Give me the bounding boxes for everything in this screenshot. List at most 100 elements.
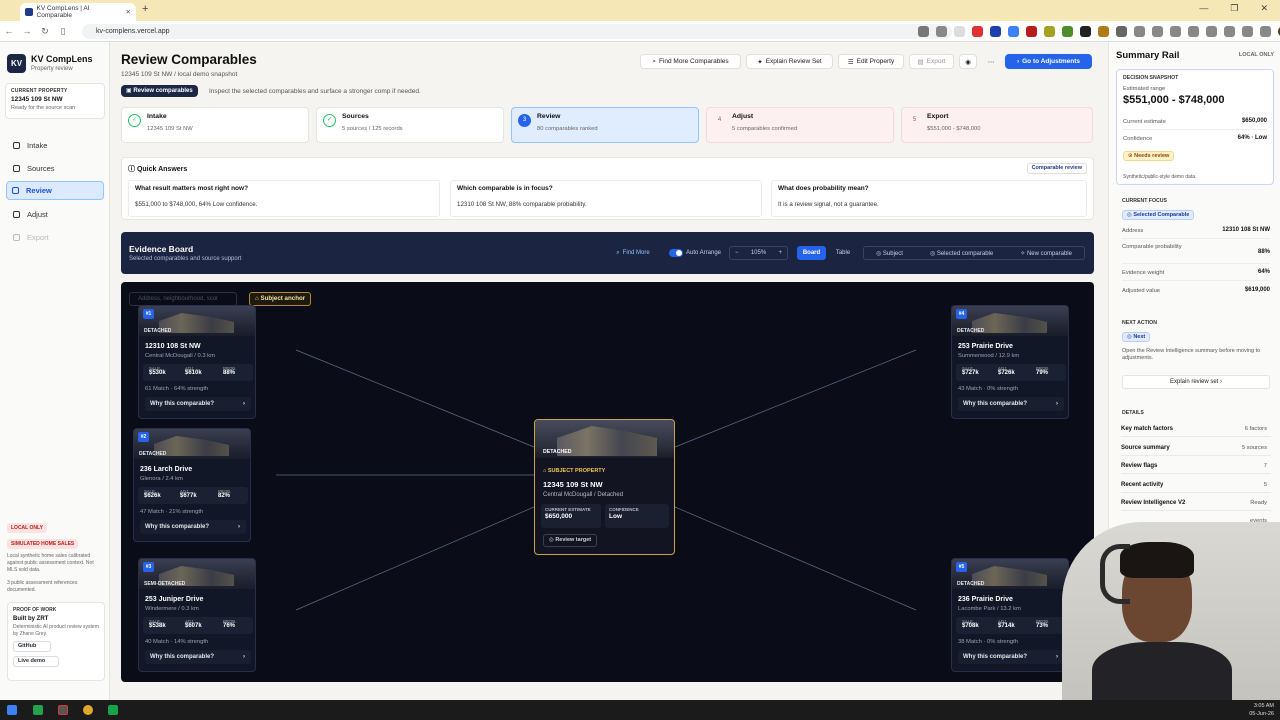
maximize-icon[interactable]: ❐ <box>1230 3 1238 14</box>
connector-line <box>295 349 535 448</box>
sparkle-icon: ✧ <box>1020 250 1027 257</box>
quick-question: What result matters most right now? <box>135 185 249 192</box>
match-strength: 43 Match · 0% strength <box>958 386 1018 392</box>
comparable-card-2[interactable]: #2 DETACHED 236 Larch Drive Glenora / 2.… <box>133 428 251 542</box>
extension-icon[interactable] <box>1026 26 1037 37</box>
extension-icon[interactable] <box>1170 26 1181 37</box>
why-comparable-button[interactable]: Why this comparable? › <box>145 397 251 411</box>
subject-address: 12345 109 St NW <box>543 480 603 489</box>
step-review[interactable]: 3 Review 80 comparables ranked <box>511 107 699 143</box>
browser-tab[interactable]: KV CompLens | AI Comparable ✕ <box>20 3 136 21</box>
comparable-card-5[interactable]: #5 DETACHED 236 Prairie Drive Lacombe Pa… <box>951 558 1069 672</box>
app-icon[interactable] <box>108 705 118 715</box>
legend-label: Selected comparable <box>936 250 994 257</box>
sidebar-item-label: Export <box>27 233 49 242</box>
forward-icon[interactable]: → <box>18 26 36 36</box>
preview-button[interactable]: ◉ <box>959 54 977 69</box>
step-intake[interactable]: ✓ Intake 12345 109 St NW <box>121 107 309 143</box>
prob-stat: PROB. 82% <box>218 489 231 499</box>
why-comparable-button[interactable]: Why this comparable? › <box>958 397 1064 411</box>
more-menu-button[interactable]: ⋯ <box>982 54 1000 69</box>
extension-icon[interactable] <box>1242 26 1253 37</box>
why-label: Why this comparable? <box>150 654 215 660</box>
why-comparable-button[interactable]: Why this comparable? › <box>145 650 251 664</box>
sidepanel-icon[interactable]: ▯ <box>54 26 72 37</box>
extension-icon[interactable] <box>1080 26 1091 37</box>
detail-key-match[interactable]: Key match factors 6 factors <box>1121 422 1271 437</box>
app-icon[interactable] <box>58 705 68 715</box>
step-sources[interactable]: ✓ Sources 5 sources / 125 records <box>316 107 504 143</box>
edit-property-button[interactable]: ☰ Edit Property <box>838 54 904 69</box>
zoom-in-icon[interactable]: + <box>778 250 782 256</box>
extension-icon[interactable] <box>1008 26 1019 37</box>
explain-review-set-rail-button[interactable]: Explain review set › <box>1122 375 1270 389</box>
download-icon[interactable] <box>918 26 929 37</box>
row-label: Current estimate <box>1123 119 1166 125</box>
detail-source-summary[interactable]: Source summary 5 sources <box>1121 441 1271 456</box>
detail-review-intelligence[interactable]: Review Intelligence V2 Ready <box>1121 496 1271 511</box>
step-export[interactable]: 5 Export $551,000 - $748,000 <box>901 107 1093 143</box>
start-icon[interactable] <box>7 705 17 715</box>
close-window-icon[interactable]: ✕ <box>1260 3 1268 14</box>
chevron-right-icon: › <box>1016 58 1020 65</box>
comparable-card-3[interactable]: #3 SEMI-DETACHED 253 Juniper Drive Winde… <box>138 558 256 672</box>
why-label: Why this comparable? <box>145 524 210 530</box>
why-comparable-button[interactable]: Why this comparable? › <box>958 650 1064 664</box>
extension-icon[interactable] <box>1134 26 1145 37</box>
extension-icon[interactable] <box>1206 26 1217 37</box>
new-tab-icon[interactable]: + <box>142 3 148 15</box>
github-button[interactable]: GitHub <box>13 641 51 652</box>
url-field[interactable]: kv-complens.vercel.app <box>82 24 952 39</box>
go-to-adjustments-button[interactable]: › Go to Adjustments <box>1005 54 1092 69</box>
board-view-tab[interactable]: Board <box>797 246 826 260</box>
sidebar-item-sources[interactable]: Sources <box>8 159 104 178</box>
back-icon[interactable]: ← <box>0 26 18 36</box>
subject-property-card[interactable]: DETACHED ⌂ SUBJECT PROPERTY 12345 109 St… <box>534 419 675 555</box>
board-search-input[interactable]: Address, neighbourhood, scor <box>129 292 237 306</box>
chrome-icon[interactable] <box>83 705 93 715</box>
sidebar-item-intake[interactable]: Intake <box>8 136 104 155</box>
extension-icon[interactable] <box>1062 26 1073 37</box>
zoom-out-icon[interactable]: − <box>735 250 739 256</box>
extension-icon[interactable] <box>1098 26 1109 37</box>
live-demo-button[interactable]: Live demo <box>13 656 59 667</box>
why-comparable-button[interactable]: Why this comparable? › <box>140 520 246 534</box>
why-label: Why this comparable? <box>150 401 215 407</box>
step-sub: $551,000 - $748,000 <box>927 126 981 132</box>
auto-arrange-toggle[interactable]: Auto Arrange <box>664 246 726 260</box>
extension-icon[interactable] <box>1188 26 1199 37</box>
detail-recent-activity[interactable]: Recent activity 5 <box>1121 478 1271 493</box>
explain-review-set-button[interactable]: ✦ Explain Review Set <box>746 54 833 69</box>
subject-anchor-button[interactable]: ⌂ Subject anchor <box>249 292 312 306</box>
app-icon[interactable] <box>33 705 43 715</box>
evidence-board-canvas[interactable]: Address, neighbourhood, scor ⌂ Subject a… <box>121 282 1094 682</box>
extension-icon[interactable] <box>1224 26 1235 37</box>
simulated-badge: SIMULATED HOME SALES <box>7 539 79 549</box>
step-adjust[interactable]: 4 Adjust 5 comparables confirmed <box>706 107 894 143</box>
minimize-icon[interactable]: — <box>1199 3 1208 14</box>
sidebar-item-review[interactable]: Review <box>6 181 104 200</box>
extensions-puzzle-icon[interactable] <box>1116 26 1127 37</box>
reload-icon[interactable]: ↻ <box>36 26 54 37</box>
extension-icon[interactable] <box>1260 26 1271 37</box>
focus-adjusted-row: Adjusted value $619,000 <box>1122 287 1270 299</box>
close-tab-icon[interactable]: ✕ <box>126 8 131 16</box>
find-more-comparables-button[interactable]: ⌕ Find More Comparables <box>640 54 741 69</box>
extension-icon[interactable] <box>972 26 983 37</box>
comparable-card-1[interactable]: #1 DETACHED 12310 108 St NW Central McDo… <box>138 305 256 419</box>
comparable-review-chip[interactable]: Comparable review <box>1026 163 1087 174</box>
table-view-tab[interactable]: Table <box>829 246 857 260</box>
review-target-button[interactable]: ◎ Review target <box>543 534 598 547</box>
extension-icon[interactable] <box>1044 26 1055 37</box>
extension-icon[interactable] <box>990 26 1001 37</box>
detail-value: 7 <box>1263 463 1267 469</box>
bookmark-star-icon[interactable] <box>936 26 947 37</box>
detail-review-flags[interactable]: Review flags 7 <box>1121 459 1271 474</box>
toggle-switch[interactable] <box>668 249 683 257</box>
find-more-button[interactable]: ⌕ Find More <box>607 246 659 260</box>
comparable-card-4[interactable]: #4 DETACHED 253 Prairie Drive Summerwood… <box>951 305 1069 419</box>
extension-icon[interactable] <box>1152 26 1163 37</box>
comp-stats: SALE $530k ADJ. $610k PROB. 88% <box>143 364 253 381</box>
sidebar-item-adjust[interactable]: Adjust <box>8 205 104 224</box>
stage-badge: ▣ Review comparables <box>121 85 198 97</box>
